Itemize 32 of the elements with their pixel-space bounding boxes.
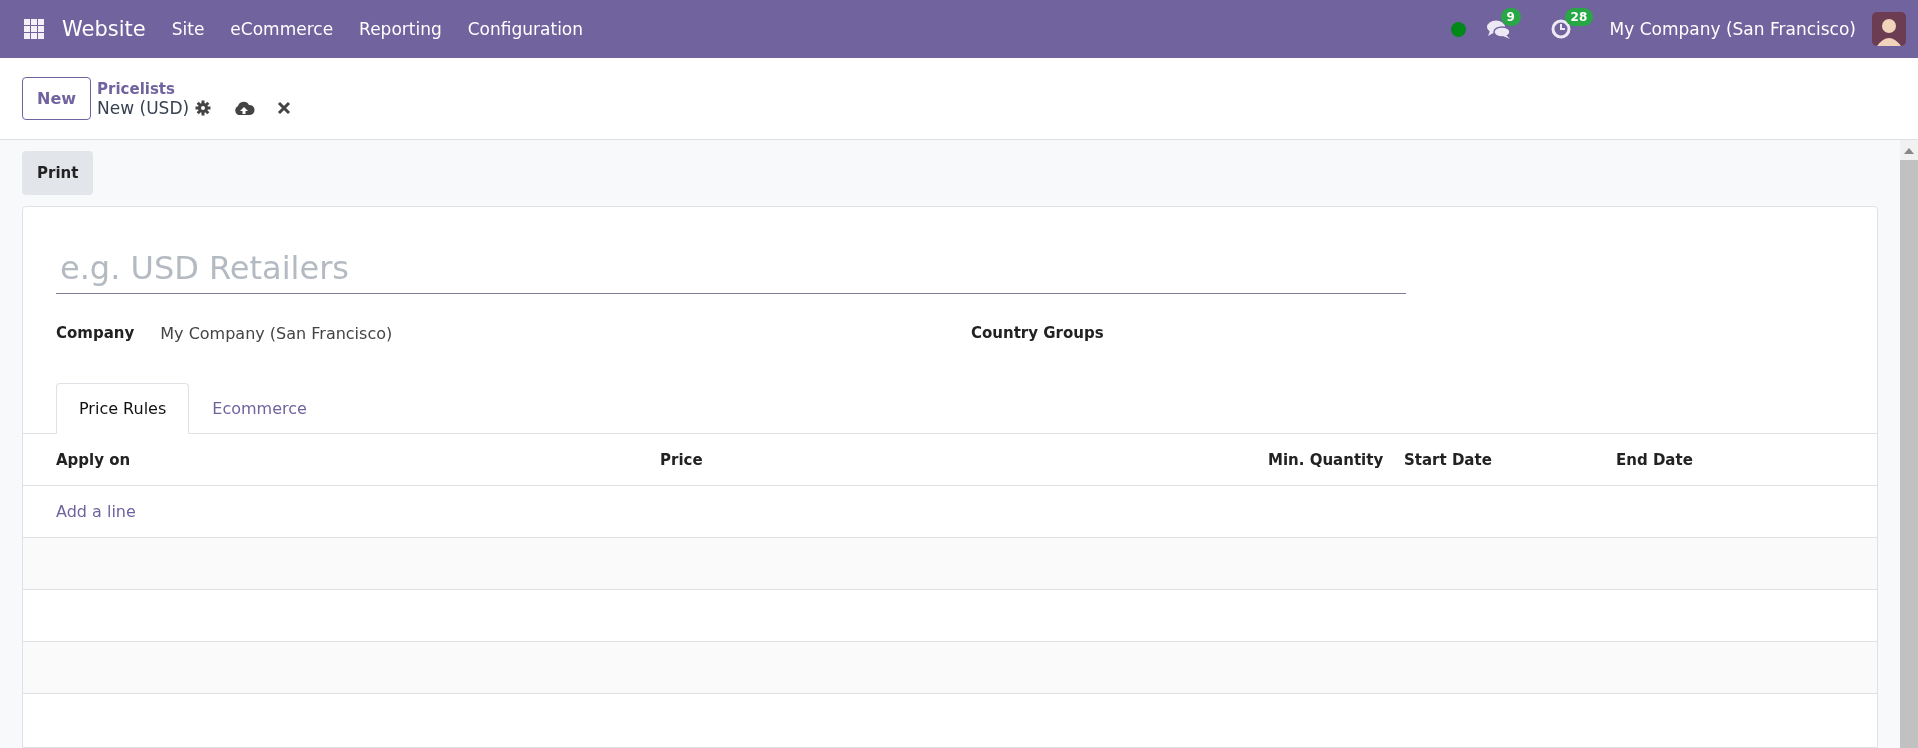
menu-item[interactable]: Reporting: [359, 19, 442, 39]
close-icon[interactable]: [277, 100, 292, 115]
user-avatar-icon[interactable]: [1872, 12, 1906, 46]
breadcrumb-link[interactable]: Pricelists: [97, 79, 292, 98]
field-label: Company: [56, 324, 135, 343]
print-button[interactable]: Print: [22, 151, 94, 195]
add-line-link[interactable]: Add a line: [56, 502, 136, 521]
new-button[interactable]: New: [22, 77, 92, 120]
activity-count-badge: 28: [1564, 8, 1594, 26]
menu-item[interactable]: eCommerce: [230, 19, 334, 39]
scroll-up-icon[interactable]: [1904, 148, 1914, 154]
column-header[interactable]: Price: [660, 450, 1268, 469]
field-label: Country Groups: [971, 324, 1104, 343]
settings-icon[interactable]: [195, 99, 212, 116]
status-dot-icon[interactable]: [1450, 21, 1466, 37]
app-grid-icon[interactable]: [24, 19, 44, 39]
column-header[interactable]: Min. Quantity: [1268, 450, 1404, 469]
tab[interactable]: Price Rules: [56, 383, 190, 434]
field-value[interactable]: My Company (San Francisco): [160, 324, 393, 343]
record-title: New (USD): [97, 97, 190, 118]
tab[interactable]: Ecommerce: [189, 383, 330, 434]
cloud-upload-icon[interactable]: [233, 99, 256, 116]
menu-item[interactable]: Configuration: [467, 19, 584, 39]
company-switcher[interactable]: My Company (San Francisco): [1609, 19, 1856, 39]
column-header[interactable]: Apply on: [56, 450, 660, 469]
message-count-badge: 9: [1500, 8, 1521, 26]
clock-icon[interactable]: [1549, 18, 1572, 40]
menu-item[interactable]: Site: [171, 19, 205, 39]
column-header[interactable]: Start Date: [1404, 450, 1616, 469]
column-header[interactable]: End Date: [1616, 450, 1693, 469]
app-name[interactable]: Website: [62, 17, 146, 41]
scrollbar[interactable]: [1900, 140, 1918, 748]
